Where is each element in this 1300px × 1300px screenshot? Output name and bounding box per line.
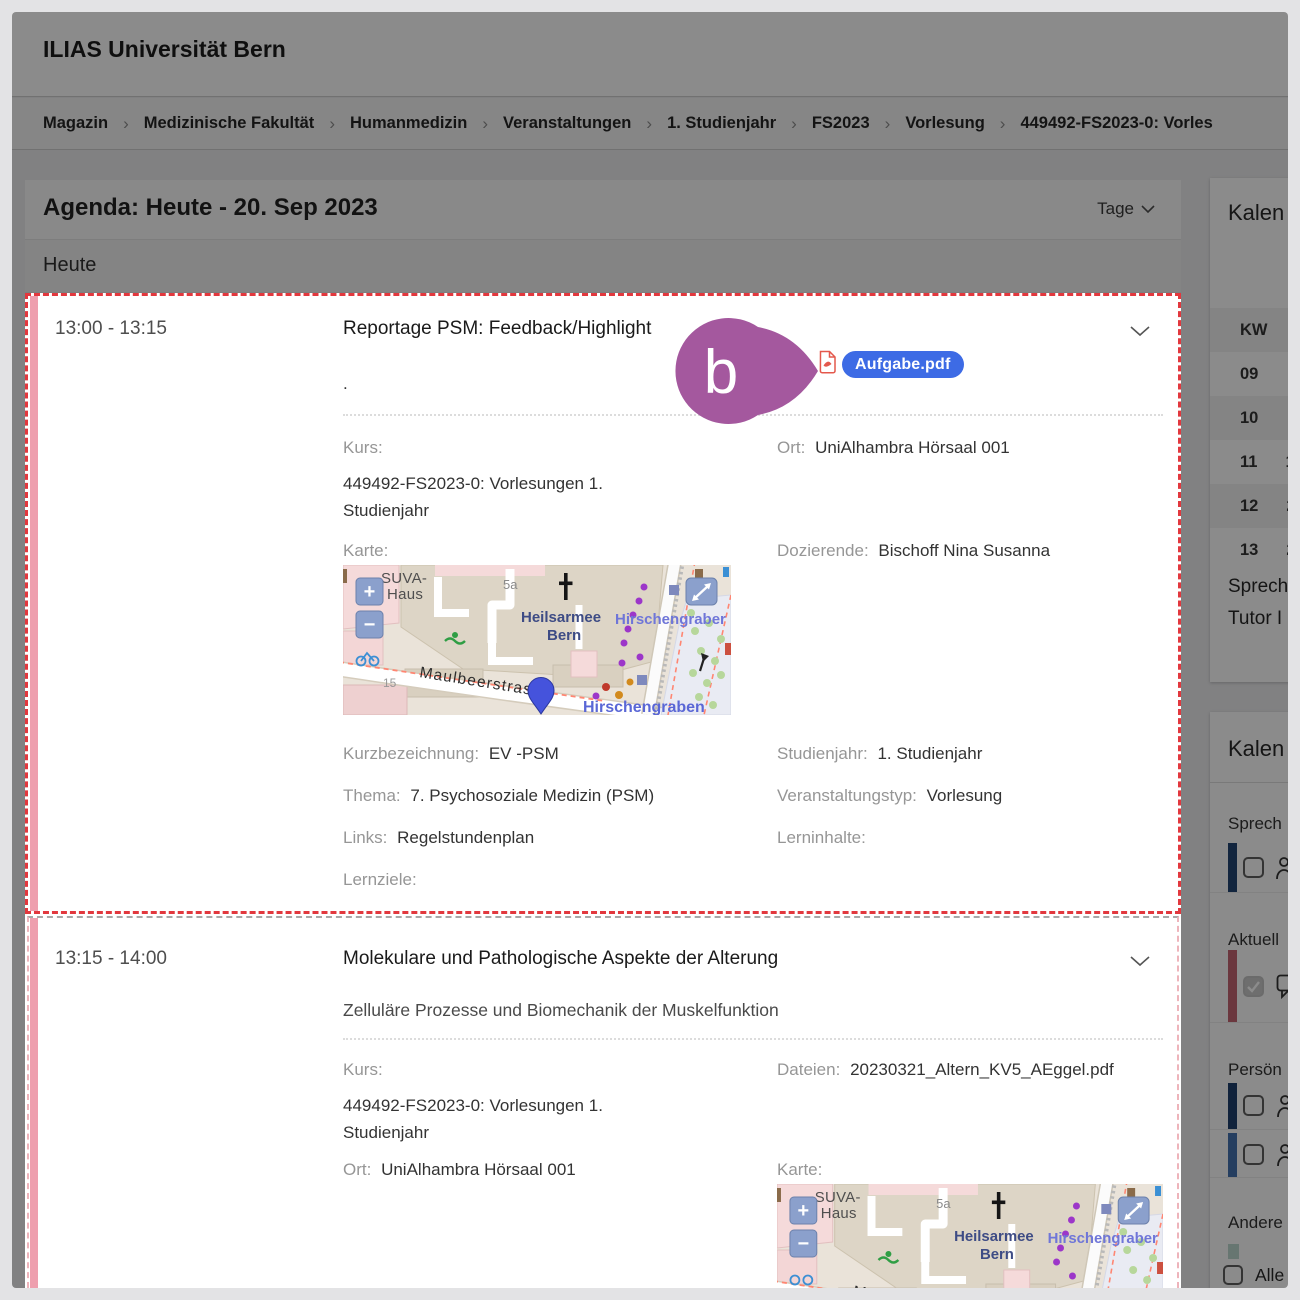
map-label-5a: 5a [503, 577, 518, 592]
map-image[interactable]: SUVA- Haus 5a Heilsarmee Bern Hirschengr… [777, 1184, 1163, 1288]
browser-viewport: ILIAS Universität Bern Magazin › Medizin… [12, 12, 1288, 1288]
map-zoom-in-button[interactable]: + [790, 1197, 817, 1224]
map-zoom-out-button[interactable]: − [790, 1230, 817, 1257]
field-karte-label: Karte: [343, 541, 388, 561]
field-studienjahr: Studienjahr: 1. Studienjahr [777, 744, 982, 764]
field-thema: Thema: 7. Psychosoziale Medizin (PSM) [343, 786, 654, 806]
map-zoom-out-button[interactable]: − [356, 611, 383, 638]
pdf-file-icon [818, 350, 837, 374]
dim-overlay [12, 293, 25, 1288]
field-kurs-value[interactable]: 449492-FS2023-0: Vorlesungen 1. Studienj… [343, 470, 675, 524]
map-label-bern: Bern [547, 627, 581, 644]
field-karte-label: Karte: [777, 1160, 822, 1180]
event-title[interactable]: Reportage PSM: Feedback/Highlight [343, 318, 651, 340]
map-label-suva-1: SUVA- [815, 1189, 861, 1206]
map-label-hirschengraber: Hirschengraber [1048, 1230, 1158, 1247]
location-map[interactable]: SUVA- Haus 5a Heilsarmee Bern Hirschengr… [777, 1184, 1163, 1288]
divider [343, 414, 1163, 416]
event-expand-chevron-icon[interactable] [1130, 956, 1150, 967]
event-time: 13:15 - 14:00 [55, 948, 167, 970]
dateien-file-link[interactable]: 20230321_Altern_KV5_AEggel.pdf [850, 1060, 1114, 1079]
svg-text:−: − [798, 1233, 810, 1255]
map-label-heilsarmee: Heilsarmee [521, 609, 601, 626]
event-color-bar [30, 296, 38, 911]
map-label-suva-2: Haus [387, 586, 423, 603]
map-label-15: 15 [383, 676, 397, 690]
divider [343, 1038, 1163, 1040]
location-map[interactable]: SUVA- Haus 5a Heilsarmee Bern Hirschengr… [343, 565, 731, 715]
field-lerninhalte-label: Lerninhalte: [777, 828, 866, 848]
event-color-bar [30, 918, 38, 1288]
field-kurs-label: Kurs: [343, 1060, 383, 1080]
field-ort: Ort: UniAlhambra Hörsaal 001 [343, 1160, 576, 1180]
field-lernziele-label: Lernziele: [343, 870, 417, 890]
event-subtitle: Zelluläre Prozesse und Biomechanik der M… [343, 1000, 779, 1021]
field-dozierende: Dozierende: Bischoff Nina Susanna [777, 541, 1050, 561]
event-expand-chevron-icon[interactable] [1130, 326, 1150, 337]
svg-text:+: + [364, 581, 376, 603]
field-links: Links: Regelstundenplan [343, 828, 534, 848]
map-label-hirschengraber: Hirschengraber [615, 611, 726, 628]
map-zoom-in-button[interactable]: + [356, 578, 383, 605]
field-kurs-label: Kurs: [343, 438, 383, 458]
field-kurzbezeichnung: Kurzbezeichnung: EV -PSM [343, 744, 559, 764]
svg-text:−: − [364, 614, 376, 636]
regelstundenplan-link[interactable]: Regelstundenplan [397, 828, 534, 847]
map-label-5a: 5a [936, 1196, 951, 1211]
svg-text:+: + [798, 1200, 810, 1222]
map-expand-button[interactable] [686, 578, 717, 605]
map-image[interactable]: SUVA- Haus 5a Heilsarmee Bern Hirschengr… [343, 565, 731, 715]
event-note: . [343, 374, 348, 394]
dim-overlay [12, 12, 1288, 293]
event-time: 13:00 - 13:15 [55, 318, 167, 340]
screenshot-frame: ILIAS Universität Bern Magazin › Medizin… [0, 0, 1300, 1300]
field-ort: Ort: UniAlhambra Hörsaal 001 [777, 438, 1010, 458]
map-label-suva-2: Haus [821, 1205, 857, 1222]
map-expand-button[interactable] [1118, 1197, 1149, 1224]
attachment-link[interactable]: Aufgabe.pdf [842, 351, 964, 378]
map-label-suva-1: SUVA- [381, 570, 427, 587]
map-label-hirschengraben: Hirschengraben [583, 699, 705, 715]
map-label-heilsarmee: Heilsarmee [954, 1228, 1034, 1245]
map-label-bern: Bern [980, 1246, 1014, 1263]
event-title[interactable]: Molekulare und Pathologische Aspekte der… [343, 948, 778, 970]
field-kurs-value[interactable]: 449492-FS2023-0: Vorlesungen 1. Studienj… [343, 1092, 675, 1146]
field-dateien: Dateien: 20230321_Altern_KV5_AEggel.pdf [777, 1060, 1114, 1080]
field-veranstaltungstyp: Veranstaltungstyp: Vorlesung [777, 786, 1002, 806]
dim-overlay [1181, 293, 1288, 1288]
